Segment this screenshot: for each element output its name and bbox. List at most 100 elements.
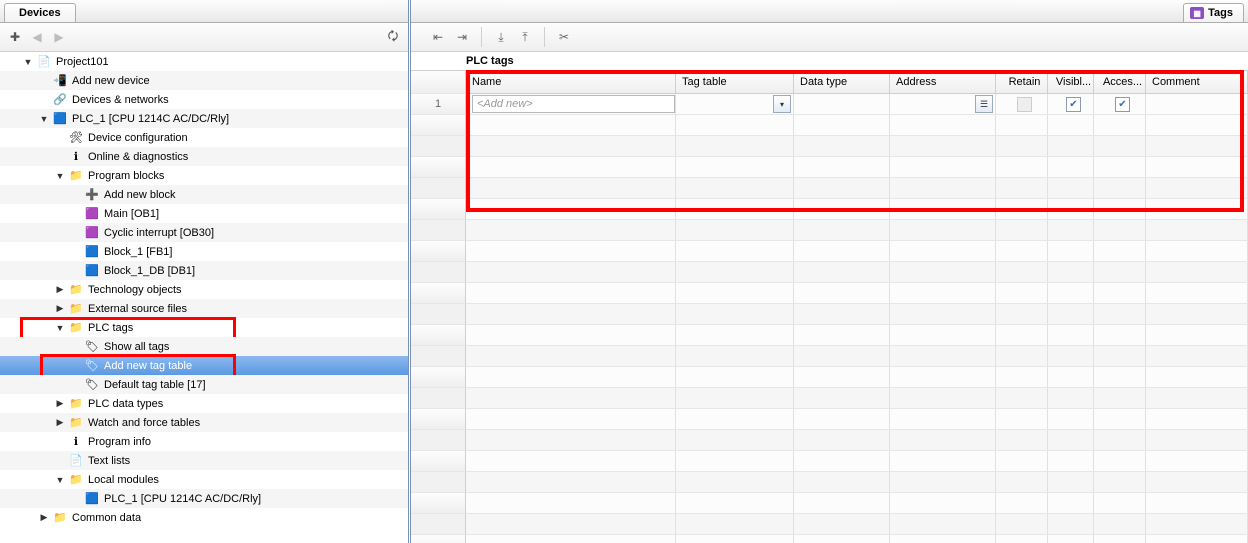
refresh-icon[interactable]: 🗘: [384, 28, 402, 46]
cell-accessible[interactable]: ✔: [1094, 94, 1146, 114]
nav-forward-icon[interactable]: ▶: [50, 28, 68, 46]
node-label: Add new block: [104, 189, 176, 201]
cell-visible[interactable]: ✔: [1048, 94, 1094, 114]
column-header[interactable]: Address: [890, 71, 996, 93]
indent-right-icon[interactable]: ⇥: [453, 28, 471, 46]
caret-closed-icon[interactable]: ▶: [54, 398, 66, 410]
tree-node[interactable]: ℹOnline & diagnostics: [0, 147, 408, 166]
visible-checkbox[interactable]: ✔: [1066, 97, 1081, 112]
tree-node[interactable]: 📲Add new device: [0, 71, 408, 90]
tree-node[interactable]: ➕Add new block: [0, 185, 408, 204]
row-number-empty: [411, 241, 466, 262]
address-picker-icon[interactable]: ☰: [975, 95, 993, 113]
tree-node[interactable]: 🟦Block_1 [FB1]: [0, 242, 408, 261]
empty-cell: [996, 451, 1048, 471]
tree-node[interactable]: 🔗Devices & networks: [0, 90, 408, 109]
caret-closed-icon[interactable]: ▶: [54, 284, 66, 296]
tree-node[interactable]: ▼🟦PLC_1 [CPU 1214C AC/DC/Rly]: [0, 109, 408, 128]
empty-cell: [794, 115, 890, 135]
empty-cell: [1094, 304, 1146, 324]
empty-cell: [676, 451, 794, 471]
accessible-checkbox[interactable]: ✔: [1115, 97, 1130, 112]
tree-node[interactable]: ℹProgram info: [0, 432, 408, 451]
column-header[interactable]: Name: [466, 71, 676, 93]
export-icon[interactable]: ⤓: [492, 28, 510, 46]
column-header[interactable]: Data type: [794, 71, 890, 93]
tree-node[interactable]: ▼📁PLC tags: [0, 318, 408, 337]
tree-node[interactable]: ▶📁External source files: [0, 299, 408, 318]
empty-cell: [466, 451, 676, 471]
cell-tag-table[interactable]: ▾: [676, 94, 794, 114]
caret-open-icon[interactable]: ▼: [54, 322, 66, 334]
tree-node[interactable]: 🟦Block_1_DB [DB1]: [0, 261, 408, 280]
tree-node[interactable]: 🟪Main [OB1]: [0, 204, 408, 223]
tree-node[interactable]: ▶📁Watch and force tables: [0, 413, 408, 432]
node-icon: 📄: [36, 54, 52, 70]
cell-name[interactable]: <Add new>: [466, 94, 676, 114]
caret-open-icon[interactable]: ▼: [54, 170, 66, 182]
empty-cell: [1146, 241, 1248, 261]
node-icon: 🟪: [84, 225, 100, 241]
empty-cell: [996, 262, 1048, 282]
caret-open-icon[interactable]: ▼: [38, 113, 50, 125]
tag-table-dropdown-icon[interactable]: ▾: [773, 95, 791, 113]
caret-closed-icon[interactable]: ▶: [54, 303, 66, 315]
tree-node[interactable]: 📄Text lists: [0, 451, 408, 470]
tree-node[interactable]: 🛠Device configuration: [0, 128, 408, 147]
empty-cell: [890, 493, 996, 513]
indent-left-icon[interactable]: ⇤: [429, 28, 447, 46]
node-label: Common data: [72, 512, 141, 524]
column-header[interactable]: Retain: [996, 71, 1048, 93]
empty-cell: [676, 388, 794, 408]
tree-node[interactable]: ▼📁Local modules: [0, 470, 408, 489]
cell-address[interactable]: ☰: [890, 94, 996, 114]
empty-cell: [1048, 325, 1094, 345]
cell-retain[interactable]: [996, 94, 1048, 114]
empty-cell: [890, 283, 996, 303]
tree-node[interactable]: 🟪Cyclic interrupt [OB30]: [0, 223, 408, 242]
row-number-empty: [411, 199, 466, 220]
project-tree[interactable]: ▼📄Project101📲Add new device🔗Devices & ne…: [0, 52, 408, 543]
table-row-empty: [466, 157, 1248, 178]
empty-cell: [996, 514, 1048, 534]
table-row-empty: [466, 472, 1248, 493]
tree-node[interactable]: ▶📁PLC data types: [0, 394, 408, 413]
table-row-empty: [466, 514, 1248, 535]
column-header[interactable]: Acces...: [1094, 71, 1146, 93]
tree-node[interactable]: 🏷Add new tag table: [0, 356, 408, 375]
cell-comment[interactable]: [1146, 94, 1248, 114]
row-number-empty: [411, 220, 466, 241]
nav-back-icon[interactable]: ◀: [28, 28, 46, 46]
tree-node[interactable]: ▶📁Common data: [0, 508, 408, 527]
caret-closed-icon[interactable]: ▶: [54, 417, 66, 429]
empty-cell: [996, 493, 1048, 513]
empty-cell: [1146, 178, 1248, 198]
caret-closed-icon[interactable]: ▶: [38, 512, 50, 524]
tree-node[interactable]: 🟦PLC_1 [CPU 1214C AC/DC/Rly]: [0, 489, 408, 508]
import-icon[interactable]: ⤒: [516, 28, 534, 46]
table-row-empty: [466, 493, 1248, 514]
tab-tags[interactable]: ▦ Tags: [1183, 3, 1244, 22]
tools-icon[interactable]: ✂: [555, 28, 573, 46]
table-row[interactable]: <Add new> ▾ ☰ ✔ ✔: [466, 94, 1248, 115]
node-icon: 🏷: [84, 339, 100, 355]
caret-open-icon[interactable]: ▼: [54, 474, 66, 486]
tree-node[interactable]: ▶📁Technology objects: [0, 280, 408, 299]
tree-node[interactable]: ▼📁Program blocks: [0, 166, 408, 185]
tree-node[interactable]: ▼📄Project101: [0, 52, 408, 71]
caret-open-icon[interactable]: ▼: [22, 56, 34, 68]
new-item-icon[interactable]: ✚: [6, 28, 24, 46]
empty-cell: [794, 472, 890, 492]
retain-checkbox[interactable]: [1017, 97, 1032, 112]
tree-node[interactable]: 🏷Default tag table [17]: [0, 375, 408, 394]
column-header[interactable]: Visibl...: [1048, 71, 1094, 93]
empty-cell: [1146, 262, 1248, 282]
column-header[interactable]: Comment: [1146, 71, 1248, 93]
row-number[interactable]: 1: [411, 94, 466, 115]
add-new-tag-input[interactable]: <Add new>: [472, 95, 675, 113]
tab-devices[interactable]: Devices: [4, 3, 76, 22]
cell-data-type[interactable]: [794, 94, 890, 114]
tree-node[interactable]: 🏷Show all tags: [0, 337, 408, 356]
empty-cell: [1146, 115, 1248, 135]
column-header[interactable]: Tag table: [676, 71, 794, 93]
